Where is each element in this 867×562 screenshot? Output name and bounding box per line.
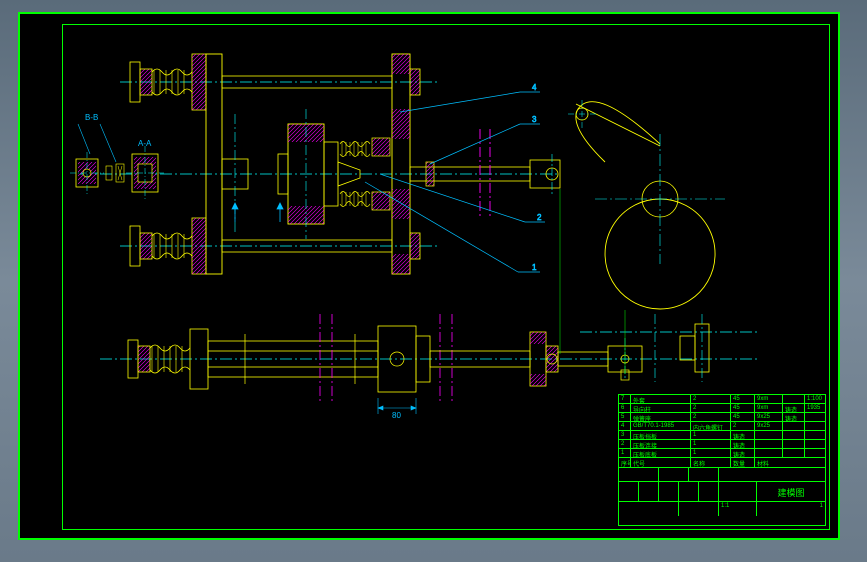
cam-profile xyxy=(568,100,725,309)
left-plate xyxy=(206,54,222,274)
right-plate xyxy=(392,54,420,274)
svg-text:3: 3 xyxy=(532,115,537,124)
detail-section-a xyxy=(70,152,104,194)
svg-text:2: 2 xyxy=(537,213,542,222)
scale: 1:1 xyxy=(719,502,757,516)
sheet-no: 1 xyxy=(757,502,825,516)
dim-80: 80 xyxy=(392,411,401,420)
top-assembly-view: B-B A-A xyxy=(70,54,725,309)
svg-text:1: 1 xyxy=(532,263,537,272)
svg-text:4: 4 xyxy=(532,83,537,92)
drawing-title: 建模图 xyxy=(757,482,825,501)
cad-canvas: B-B A-A 1 2 3 4 xyxy=(18,12,840,540)
title-block: 7外套2459xm1:100 6导向柱2459xm铸造1935 5弹簧座2459… xyxy=(618,394,826,526)
detail-section-b xyxy=(106,146,164,200)
section-label-b: B-B xyxy=(85,113,98,122)
section-label-a: A-A xyxy=(138,139,152,148)
